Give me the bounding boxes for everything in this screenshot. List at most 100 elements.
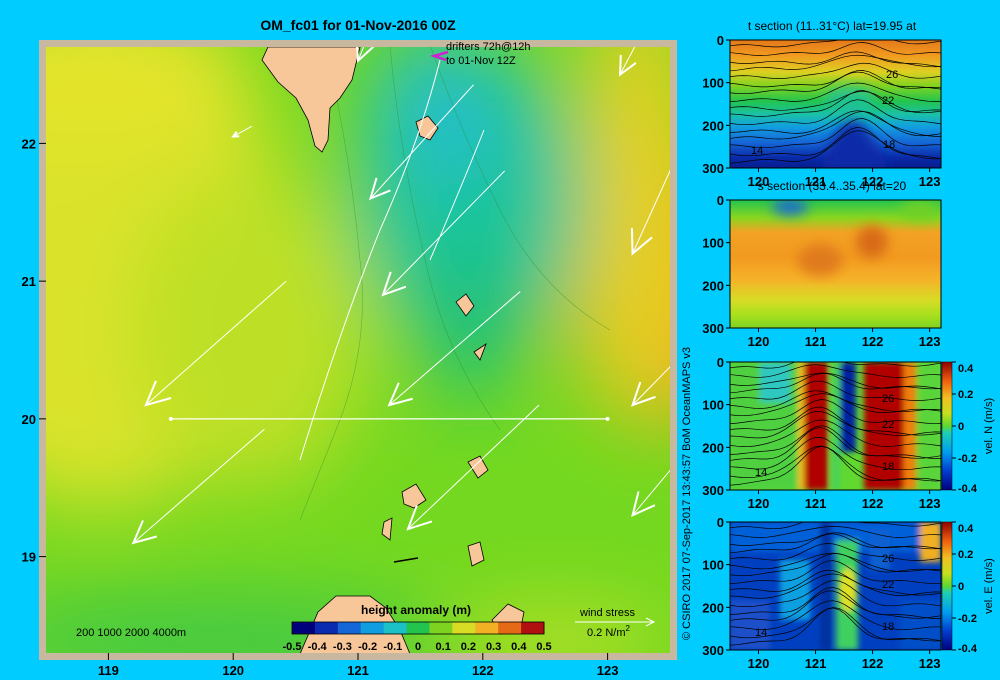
colorbar-vel-e-label: vel. E (m/s) (983, 558, 995, 614)
panel-x-tick-label: 120 (748, 496, 770, 511)
map-y-tick-label: 22 (22, 136, 36, 151)
velocity-east-panel: 26 22 18 14 120 121 122 1230100200300 0.40.… (702, 515, 995, 671)
panel4-contour-22: 22 (882, 579, 894, 591)
colorbar-tick-label: 0.5 (536, 641, 551, 653)
colorbar-cell (498, 622, 522, 634)
colorbar-tick-label: -0.3 (333, 641, 352, 653)
velocity-north-panel: 26 22 18 14 120 121 122 1230100200300 0.40.… (702, 355, 995, 511)
panel-y-tick-label: 300 (702, 483, 724, 498)
panel3-contour-26: 26 (882, 393, 894, 405)
colorbar-vel-n-ticks: 0.4 0.2 0 -0.2 -0.4 (952, 361, 978, 495)
panel-x-tick-label: 123 (919, 174, 941, 189)
colorbar-tick-label: 0.1 (436, 641, 451, 653)
panel3-contour-22: 22 (882, 419, 894, 431)
panel-x-tick-label: 121 (805, 334, 827, 349)
panel-y-tick-label: 200 (702, 278, 724, 293)
map-x-tick-label: 122 (472, 663, 494, 678)
colorbar-cell (429, 622, 453, 634)
vel-colorbar-tick-label: 0.2 (958, 389, 973, 401)
panel-x-tick-label: 122 (862, 656, 884, 671)
map-x-tick-label: 123 (597, 663, 619, 678)
colorbar-tick-label: -0.1 (383, 641, 402, 653)
panel-y-tick-label: 200 (702, 600, 724, 615)
panel-x-tick-label: 123 (919, 656, 941, 671)
colorbar-cell (292, 622, 316, 634)
panel4-contour-14: 14 (755, 627, 767, 639)
panel-y-tick-label: 100 (702, 76, 724, 91)
panel-y-tick-label: 100 (702, 236, 724, 251)
colorbar-cell (406, 622, 430, 634)
panel-y-tick-label: 0 (717, 355, 724, 370)
colorbar-tick-label: 0 (415, 641, 421, 653)
panel-x-tick-label: 120 (748, 656, 770, 671)
colorbar-tick-label: -0.4 (308, 641, 328, 653)
vel-colorbar-tick-label: -0.4 (958, 643, 978, 655)
colorbar-vel-e (941, 521, 953, 651)
wind-legend-value: 0.2 N/m2 (587, 624, 631, 639)
vel-colorbar-tick-label: -0.2 (958, 453, 977, 465)
panel-x-tick-label: 123 (919, 496, 941, 511)
panel-x-tick-label: 122 (862, 496, 884, 511)
panel-x-tick-label: 123 (919, 334, 941, 349)
panel-x-tick-label: 122 (862, 334, 884, 349)
colorbar-cell (383, 622, 408, 634)
panel1-contour-22: 22 (882, 95, 894, 107)
colorbar-tick-label: 0.3 (486, 641, 501, 653)
panel-y-tick-label: 0 (717, 33, 724, 48)
wind-legend-title: wind stress (579, 607, 636, 619)
colorbar-vel-n-label: vel. N (m/s) (983, 398, 995, 454)
map-x-tick-label: 120 (222, 663, 244, 678)
panel4-contour-26: 26 (882, 553, 894, 565)
panel1-contour-26: 26 (886, 69, 898, 81)
panel1-contour-14: 14 (751, 145, 763, 157)
colorbar-vel-e-ticks: 0.4 0.2 0 -0.2 -0.4 (952, 521, 978, 655)
panel-y-tick-label: 0 (717, 193, 724, 208)
figure: OM_fc01 for 01-Nov-2016 00Z drifters 72h… (22, 17, 995, 678)
panel2-title: s section (33.4..35.4) lat=20 (758, 179, 907, 193)
colorbar-cell (337, 622, 362, 634)
colorbar-tick-label: 0.2 (461, 641, 476, 653)
drifters-date: to 01-Nov 12Z (446, 55, 516, 67)
map-y-tick-label: 19 (22, 550, 36, 565)
section-start-dot (168, 416, 173, 421)
colorbar-cell (314, 622, 339, 634)
panel-x-tick-label: 121 (805, 656, 827, 671)
panel1-title: t section (11..31°C) lat=19.95 at (748, 19, 917, 33)
colorbar-tick-label: 0.4 (511, 641, 527, 653)
panel1-contour-18: 18 (883, 139, 895, 151)
colorbar-vel-n (941, 361, 953, 491)
temperature-section-panel: t section (11..31°C) lat=19.95 at 26 22 … (702, 19, 942, 189)
credit-text: © CSIRO 2017 07-Sep-2017 13:43:57 BoM Oc… (681, 347, 693, 640)
panel-y-tick-label: 200 (702, 440, 724, 455)
vel-colorbar-tick-label: 0 (958, 581, 964, 593)
colorbar-tick-label: -0.2 (358, 641, 377, 653)
colorbar-tick-label: -0.5 (283, 641, 302, 653)
colorbar-cell (452, 622, 476, 634)
vel-colorbar-tick-label: 0.4 (958, 363, 974, 375)
map-title: OM_fc01 for 01-Nov-2016 00Z (260, 17, 456, 33)
panel4-contour-18: 18 (882, 621, 894, 633)
salinity-section-panel: s section (33.4..35.4) lat=20 120 121 122 1… (702, 179, 942, 349)
map-y-tick-label: 21 (22, 274, 36, 289)
depth-legend: 200 1000 2000 4000m (76, 627, 186, 639)
panel-y-tick-label: 300 (702, 643, 724, 658)
drifters-label: drifters 72h@12h (446, 41, 531, 53)
panel-y-tick-label: 100 (702, 398, 724, 413)
colorbar-cell (475, 622, 499, 634)
section-end-dot (605, 416, 610, 421)
main-map: OM_fc01 for 01-Nov-2016 00Z drifters 72h… (22, 17, 677, 678)
panel-y-tick-label: 300 (702, 161, 724, 176)
map-y-tick-label: 20 (22, 412, 36, 427)
panel3-contour-18: 18 (882, 461, 894, 473)
colorbar-cell (360, 622, 385, 634)
panel-x-tick-label: 120 (748, 334, 770, 349)
colorbar-cell (521, 622, 545, 634)
vel-colorbar-tick-label: 0.2 (958, 549, 973, 561)
colorbar-label: height anomaly (m) (361, 603, 471, 617)
vel-colorbar-tick-label: 0 (958, 421, 964, 433)
panel3-contour-14: 14 (755, 467, 767, 479)
vel-colorbar-tick-label: 0.4 (958, 523, 974, 535)
map-x-tick-label: 119 (98, 663, 119, 678)
vel-colorbar-tick-label: -0.2 (958, 613, 977, 625)
panel-y-tick-label: 200 (702, 118, 724, 133)
